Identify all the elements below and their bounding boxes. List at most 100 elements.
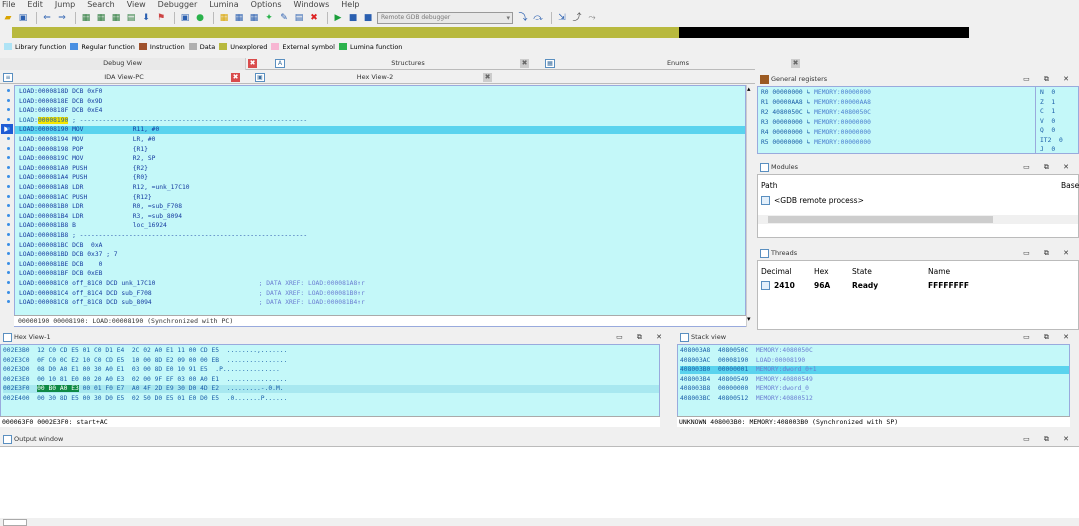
next-icon[interactable]: ▤	[125, 12, 137, 24]
disasm-line[interactable]: LOAD:0000818E DCB 0x9D	[19, 98, 102, 106]
close-icon[interactable]: ✖	[483, 73, 492, 82]
stack-view[interactable]: 408003A8 4080050C MEMORY:4080050C 408003A…	[677, 344, 1070, 426]
close-icon[interactable]: ✖	[791, 59, 800, 68]
breakpoint-dot[interactable]	[7, 146, 10, 150]
disasm-line[interactable]: LOAD:000081B8 ; ------------------------…	[19, 232, 307, 240]
flag-row[interactable]: Q 0	[1040, 127, 1055, 135]
panel-controls[interactable]: ▭ ⧉ ✕	[1023, 332, 1075, 343]
flag-row[interactable]: Z 1	[1040, 99, 1055, 107]
disasm-line[interactable]: LOAD:000081BF DCB 0xEB	[19, 270, 102, 278]
back-icon[interactable]: ⇐	[41, 12, 53, 24]
stack-row[interactable]: 408003BC 40800512 MEMORY:40800512	[680, 395, 813, 403]
hex-row[interactable]: 002E400 00 30 8D E5 00 30 D0 E5 02 50 D0…	[3, 395, 287, 403]
module-row[interactable]: <GDB remote process>	[761, 195, 1061, 206]
output-window[interactable]	[0, 446, 1079, 518]
disasm-line[interactable]: LOAD:000081B4 LDR R3, =sub_8094	[19, 213, 182, 221]
register-row[interactable]: R2 4080050C ↳ MEMORY:4080050C	[761, 108, 871, 118]
register-value[interactable]: 00000AA8	[772, 99, 802, 106]
breakpoint-dot[interactable]	[7, 213, 10, 217]
hex-row[interactable]: 002E3E0 00 10 81 E0 00 20 A0 E3 02 00 9F…	[3, 376, 287, 384]
disasm-line[interactable]: LOAD:0000819C MOV R2, SP	[19, 155, 155, 163]
breakpoint-dot[interactable]	[7, 233, 10, 236]
thread-row[interactable]: 2410 96A Ready FFFFFFFF	[758, 280, 1078, 291]
breakpoint-dot[interactable]	[7, 223, 10, 227]
tab-enums[interactable]: Enums	[555, 58, 801, 70]
disasm-line[interactable]: LOAD:000081AC PUSH {R12}	[19, 194, 152, 202]
disasm-line[interactable]: LOAD:000081C4 off_81C4 DCD sub_F708 ; DAT…	[19, 290, 365, 298]
tab-debug-view[interactable]: Debug View	[0, 58, 246, 70]
register-value[interactable]: 4080050C	[772, 109, 802, 116]
close-icon[interactable]: ✖	[231, 73, 240, 82]
breakpoint-dot[interactable]	[7, 252, 10, 256]
breakpoint-dot[interactable]	[7, 165, 10, 169]
forward-icon[interactable]: ⇒	[56, 12, 68, 24]
disasm-line[interactable]: LOAD:000081A4 PUSH {R0}	[19, 174, 148, 182]
strings-icon[interactable]: ▦	[248, 12, 260, 24]
menu-item-edit[interactable]: Edit	[27, 1, 43, 9]
menu-item-windows[interactable]: Windows	[294, 1, 330, 9]
stack-row[interactable]: 408003B0 00000001 MEMORY:dword_0+1	[680, 366, 1069, 374]
breakpoint-dot[interactable]	[7, 89, 10, 92]
breakpoint-dot[interactable]	[7, 156, 10, 160]
breakpoint-dot[interactable]	[7, 281, 10, 284]
panel-controls[interactable]: ▭ ⧉ ✕	[1023, 74, 1075, 85]
disasm-line[interactable]: LOAD:00008190 MOV R11, #0	[15, 126, 745, 135]
scrollbar-thumb[interactable]	[768, 216, 993, 223]
menu-item-lumina[interactable]: Lumina	[209, 1, 238, 9]
step-over-icon[interactable]: ⤼	[532, 12, 544, 24]
breakpoint-dot[interactable]	[7, 204, 10, 208]
hex-view-1[interactable]: 002E3B0 12 C0 CD E5 01 C0 D1 E4 2C 02 A0…	[0, 344, 660, 426]
flag-row[interactable]: V 0	[1040, 118, 1055, 126]
tab-structures[interactable]: Structures	[285, 58, 531, 70]
menu-item-debugger[interactable]: Debugger	[158, 1, 198, 9]
debugger-select[interactable]: Remote GDB debugger ▾	[377, 11, 513, 24]
disasm-scrollbar[interactable]: ▴ ▾	[746, 85, 755, 327]
breakpoint-dot[interactable]	[7, 194, 10, 198]
names-icon[interactable]: ▦	[233, 12, 245, 24]
disasm-line[interactable]: LOAD:000081A8 LDR R12, =unk_17C10	[19, 184, 190, 192]
menu-item-jump[interactable]: Jump	[55, 1, 75, 9]
breakpoint-dot[interactable]	[7, 175, 10, 179]
threads-col-name[interactable]: Name	[928, 267, 950, 276]
registers-view[interactable]: R0 00000000 ↳ MEMORY:00000000 R1 00000AA8…	[757, 86, 1070, 154]
register-row[interactable]: R4 00000000 ↳ MEMORY:00000000	[761, 128, 871, 138]
panel-controls[interactable]: ▭ ⧉ ✕	[1023, 434, 1075, 445]
hex-selected-bytes[interactable]: 00 B0 A0 E3	[37, 385, 79, 392]
stack-row[interactable]: 408003AC 00008190 LOAD:00008190	[680, 357, 805, 365]
disasm-line[interactable]: LOAD:00008198 POP {R1}	[19, 146, 148, 154]
disasm-line[interactable]: LOAD:000081BC DCB 0xA	[19, 242, 102, 250]
scroll-up-icon[interactable]: ▴	[747, 85, 751, 93]
step-out-icon[interactable]: ⤴	[571, 12, 583, 24]
register-value[interactable]: 00000000	[772, 139, 802, 146]
register-value[interactable]: 00000000	[772, 129, 802, 136]
breakpoint-dot[interactable]	[7, 242, 10, 246]
register-row[interactable]: R5 00000000 ↳ MEMORY:00000000	[761, 138, 871, 148]
run-to-cursor-icon[interactable]: ⇲	[556, 12, 568, 24]
breakpoint-dot[interactable]	[7, 271, 10, 275]
flag-icon[interactable]: ⚑	[155, 12, 167, 24]
graph-icon[interactable]: ▣	[179, 12, 191, 24]
breakpoint-dot[interactable]	[7, 108, 10, 112]
disasm-line[interactable]: LOAD:000081C0 off_81C0 DCD unk_17C10 ; DA…	[19, 280, 365, 288]
breakpoint-dot[interactable]	[7, 300, 10, 304]
register-row[interactable]: R1 00000AA8 ↳ MEMORY:00000AA8	[761, 98, 871, 108]
pause-icon[interactable]: ■	[347, 12, 359, 24]
flag-row[interactable]: IT2 0	[1040, 137, 1063, 145]
jump-icon[interactable]: ↳	[803, 129, 814, 136]
disasm-line[interactable]: LOAD:000081B8 B loc_16924	[19, 222, 167, 230]
threads-col-state[interactable]: State	[852, 267, 872, 276]
threads-view[interactable]: Decimal Hex State Name 2410 96A Ready FF…	[757, 260, 1079, 330]
disasm-line[interactable]: LOAD:000081A0 PUSH {R2}	[19, 165, 148, 173]
flag-row[interactable]: N 0	[1040, 89, 1055, 97]
open-icon[interactable]: ▰	[2, 12, 14, 24]
disasm-line[interactable]: LOAD:000081C8 off_81C8 DCD sub_8094 ; DAT…	[19, 299, 365, 307]
disasm-gutter[interactable]: ▶	[0, 85, 14, 327]
play-icon[interactable]: ▶	[332, 12, 344, 24]
breakpoint-dot[interactable]	[7, 117, 10, 121]
disassembly-view[interactable]: LOAD:0000818D DCB 0xF0 LOAD:0000818E DCB …	[14, 85, 746, 327]
flag-row[interactable]: C 1	[1040, 108, 1055, 116]
step-into-icon[interactable]: ⤵	[517, 12, 529, 24]
hex-row[interactable]: 002E3B0 12 C0 CD E5 01 C0 D1 E4 2C 02 A0…	[3, 347, 287, 355]
download-icon[interactable]: ⬇	[140, 12, 152, 24]
binary-icon[interactable]: ▦	[80, 12, 92, 24]
